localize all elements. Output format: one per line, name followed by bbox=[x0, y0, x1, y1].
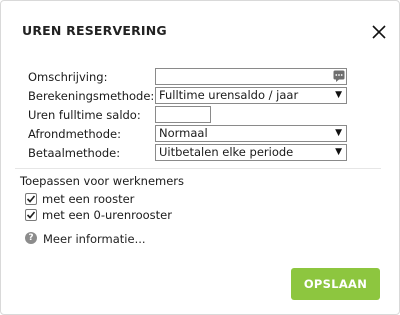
afrondmethode-value: Normaal bbox=[159, 126, 208, 140]
berekeningsmethode-value: Fulltime urensaldo / jaar bbox=[159, 88, 299, 102]
berekeningsmethode-label: Berekeningsmethode: bbox=[28, 89, 155, 103]
reservation-dialog: UREN RESERVERING Omschrijving: Berekenin bbox=[0, 0, 400, 315]
checkbox-label: met een 0-urenrooster bbox=[42, 208, 172, 222]
betaalmethode-value: Uitbetalen elke periode bbox=[159, 145, 294, 159]
omschrijving-input[interactable] bbox=[155, 68, 347, 85]
divider bbox=[15, 168, 381, 169]
betaalmethode-select[interactable]: Uitbetalen elke periode ▼ bbox=[155, 144, 347, 161]
checkbox[interactable] bbox=[25, 193, 37, 205]
afrondmethode-label: Afrondmethode: bbox=[28, 127, 121, 141]
chevron-down-icon: ▼ bbox=[335, 147, 342, 157]
chevron-down-icon: ▼ bbox=[335, 128, 342, 138]
uren-fulltime-saldo-label: Uren fulltime saldo: bbox=[28, 108, 141, 122]
checkbox[interactable] bbox=[25, 209, 37, 221]
note-icon[interactable] bbox=[333, 70, 345, 82]
question-circle-icon: ? bbox=[25, 232, 37, 244]
apply-section-label: Toepassen voor werknemers bbox=[20, 174, 185, 188]
checkbox-label: met een rooster bbox=[42, 192, 135, 206]
dialog-title: UREN RESERVERING bbox=[22, 23, 167, 38]
uren-fulltime-saldo-input[interactable] bbox=[155, 106, 211, 123]
save-button[interactable]: OPSLAAN bbox=[291, 268, 380, 300]
afrondmethode-select[interactable]: Normaal ▼ bbox=[155, 125, 347, 142]
berekeningsmethode-select[interactable]: Fulltime urensaldo / jaar ▼ bbox=[155, 87, 347, 104]
more-info-label: Meer informatie... bbox=[43, 232, 146, 246]
chevron-down-icon: ▼ bbox=[335, 90, 342, 100]
close-icon[interactable] bbox=[369, 22, 389, 42]
betaalmethode-label: Betaalmethode: bbox=[28, 146, 121, 160]
omschrijving-label: Omschrijving: bbox=[28, 70, 108, 84]
